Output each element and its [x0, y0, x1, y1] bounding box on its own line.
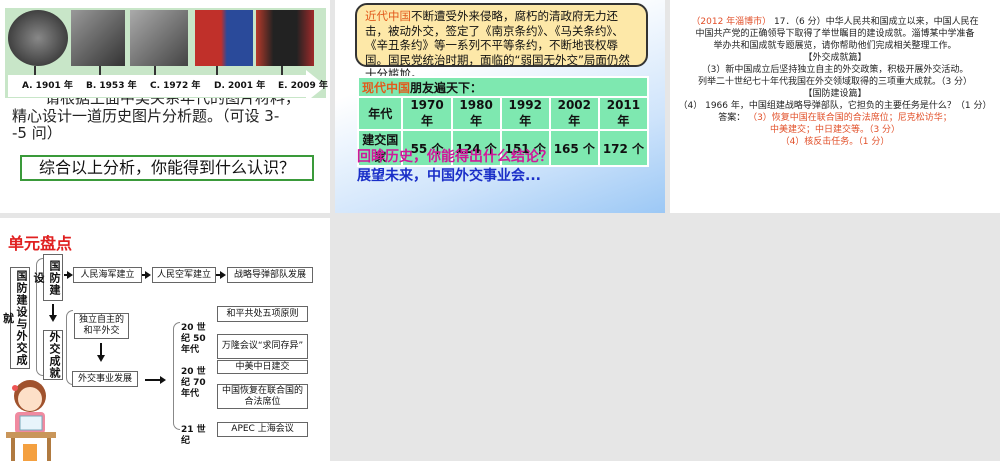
table-title: 朋友遍天下：: [410, 80, 483, 95]
event-box: 中国恢复在联合国的合法席位: [217, 384, 308, 409]
timeline-label: D. 2001 年: [214, 81, 266, 91]
timeline-label: A. 1901 年: [22, 81, 73, 91]
photo-1901: [8, 10, 68, 66]
defense-box: 国防建设: [32, 254, 63, 301]
table-header-row: 年代 1970 年 1980 年 1992 年 2002 年 2011 年: [356, 96, 650, 131]
outlook-question: 展望未来，中国外交事业会...: [357, 168, 541, 184]
era-label: 20 世纪 50 年代: [181, 323, 206, 355]
arrow-head: [97, 355, 105, 362]
defense-step: 人民空军建立: [152, 267, 216, 283]
table-cell: 2011 年: [597, 96, 650, 131]
modern-label: 近代中国: [365, 9, 411, 23]
arrow-head: [49, 315, 57, 322]
answer-line: （3）恢复中国在联合国的合法席位；尼克松访华；: [748, 113, 952, 123]
table-cell: 2002 年: [548, 96, 600, 131]
slide-sino-us-timeline[interactable]: A. 1901 年 B. 1953 年 C. 1972 年 D. 2001 年 …: [0, 0, 330, 213]
q-line: 举办共和国成就专题展览，请你帮助他们完成相关整理工作。: [713, 41, 957, 51]
arrow-right-icon: [67, 271, 73, 279]
event-box: 中美中日建交: [217, 360, 308, 374]
event-box: 和平共处五项原则: [217, 306, 308, 322]
development-box: 外交事业发展: [72, 371, 138, 387]
q-line: （4） 1966 年，中国组建战略导弹部队，它担负的主要任务是什么？（1 分）: [678, 101, 992, 111]
arrow-right-icon: [145, 271, 151, 279]
timeline-label: E. 2009 年: [278, 81, 328, 91]
q-line: （3）新中国成立后坚持独立自主的外交政策，积极开展外交活动。: [701, 65, 969, 75]
slide-diplomacy-history[interactable]: 近代中国不断遭受外来侵略，腐朽的清政府无力还击，被动外交，签定了《南京条约》、《…: [335, 0, 665, 213]
q-line: 列举二十世纪七十年代我国在外交领域取得的三项重大成就。（3 分）: [697, 77, 973, 87]
era-label: 20 世纪 70 年代: [181, 367, 206, 399]
table-cell: 年代: [356, 96, 404, 131]
event-box: APEC 上海会议: [217, 422, 308, 437]
table-cell: 1992 年: [499, 96, 551, 131]
slide-exam-question[interactable]: （2012 年淄博市） 17．（6 分）中华人民共和国成立以来，中国人民在 中国…: [670, 0, 1000, 213]
answer-label: 答案：: [718, 113, 746, 123]
main-topic-tail: 就: [3, 312, 14, 325]
tick: [34, 66, 36, 75]
table-cell: 172 个: [597, 129, 650, 167]
arrow: [145, 379, 161, 381]
q-line: 中国共产党的正确领导下取得了举世瞩目的建设成就。淄博某中学准备: [695, 29, 975, 39]
photo-1953: [71, 10, 125, 66]
table-cell: 165 个: [548, 129, 600, 167]
answer-line: （4）核反击任务。（1 分）: [780, 137, 890, 147]
photo-2001: [195, 10, 253, 66]
defense-step: 人民海军建立: [73, 267, 142, 283]
table-cell: 1970 年: [401, 96, 453, 131]
prompt-box: 综合以上分析，你能得到什么认识？: [20, 155, 314, 181]
photo-1972: [130, 10, 188, 66]
modern-china-box: 近代中国不断遭受外来侵略，腐朽的清政府无力还击，被动外交，签定了《南京条约》、《…: [355, 3, 648, 81]
question-text: 精心设计一道历史图片分析题。（可设 3--5 问）: [12, 107, 280, 142]
diplomacy-box: 外交成就: [43, 330, 63, 380]
tick: [216, 66, 218, 75]
policy-box: 独立自主的和平外交: [74, 313, 129, 339]
slide-unit-summary[interactable]: 单元盘点 国防建设与外交成 就 国防建设 外交成就 人民海军建立 人民空军建立 …: [0, 218, 330, 461]
table-cell: 1980 年: [450, 96, 502, 131]
timeline-label: C. 1972 年: [150, 81, 201, 91]
exam-text: （2012 年淄博市） 17．（6 分）中华人民共和国成立以来，中国人民在 中国…: [670, 16, 1000, 148]
review-question: 回眸历史，你能得出什么结论？: [357, 149, 553, 165]
era-label: 21 世纪: [181, 425, 206, 446]
tick: [154, 66, 156, 75]
q-line: 17．（6 分）中华人民共和国成立以来，中国人民在: [774, 17, 979, 27]
table-title-red: 现代中国: [362, 80, 411, 95]
slide-title: 单元盘点: [8, 234, 73, 253]
tick: [99, 66, 101, 75]
tick: [281, 66, 283, 75]
source: （2012 年淄博市）: [691, 17, 772, 27]
timeline-label: B. 1953 年: [86, 81, 137, 91]
event-box: 万隆会议“求同存异”: [217, 334, 308, 359]
photo-2009: [256, 10, 314, 66]
arrow-right-icon: [220, 271, 226, 279]
section-heading: 【外交成就篇】: [803, 53, 867, 63]
answer-line: 中美建交；中日建交等。（3 分）: [769, 125, 901, 135]
girl-reading-illustration: [6, 380, 56, 461]
section-heading: 【国防建设篇】: [803, 89, 867, 99]
defense-step: 战略导弹部队发展: [227, 267, 313, 283]
arrow-right-icon: [160, 376, 166, 384]
brace: [173, 322, 180, 430]
